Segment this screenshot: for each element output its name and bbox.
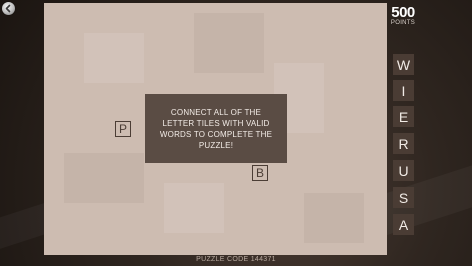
board-shade	[194, 13, 264, 73]
instruction-text: CONNECT ALL OF THE LETTER TILES WITH VAL…	[159, 107, 273, 150]
score-label: POINTS	[390, 20, 416, 26]
back-button[interactable]	[2, 2, 15, 15]
instruction-message: CONNECT ALL OF THE LETTER TILES WITH VAL…	[145, 94, 287, 163]
rack-tile-r[interactable]: R	[393, 133, 414, 154]
rack-tile-u[interactable]: U	[393, 160, 414, 181]
puzzle-code: PUZZLE CODE 144371	[196, 256, 276, 263]
back-arrow-icon	[5, 4, 11, 13]
board-shade	[64, 153, 144, 203]
rack-tile-a[interactable]: A	[393, 214, 414, 235]
letter-tile-p[interactable]: P	[115, 121, 131, 137]
rack-tile-e[interactable]: E	[393, 106, 414, 127]
letter-tile-b[interactable]: B	[252, 165, 268, 181]
score-display: 500 POINTS	[388, 5, 418, 27]
board-shade	[304, 193, 364, 243]
board-shade	[164, 183, 224, 233]
rack-tile-w[interactable]: W	[393, 54, 414, 75]
rack-tile-i[interactable]: I	[393, 80, 414, 101]
score-value: 500	[391, 4, 415, 21]
board-shade	[84, 33, 144, 83]
rack-tile-s[interactable]: S	[393, 187, 414, 208]
